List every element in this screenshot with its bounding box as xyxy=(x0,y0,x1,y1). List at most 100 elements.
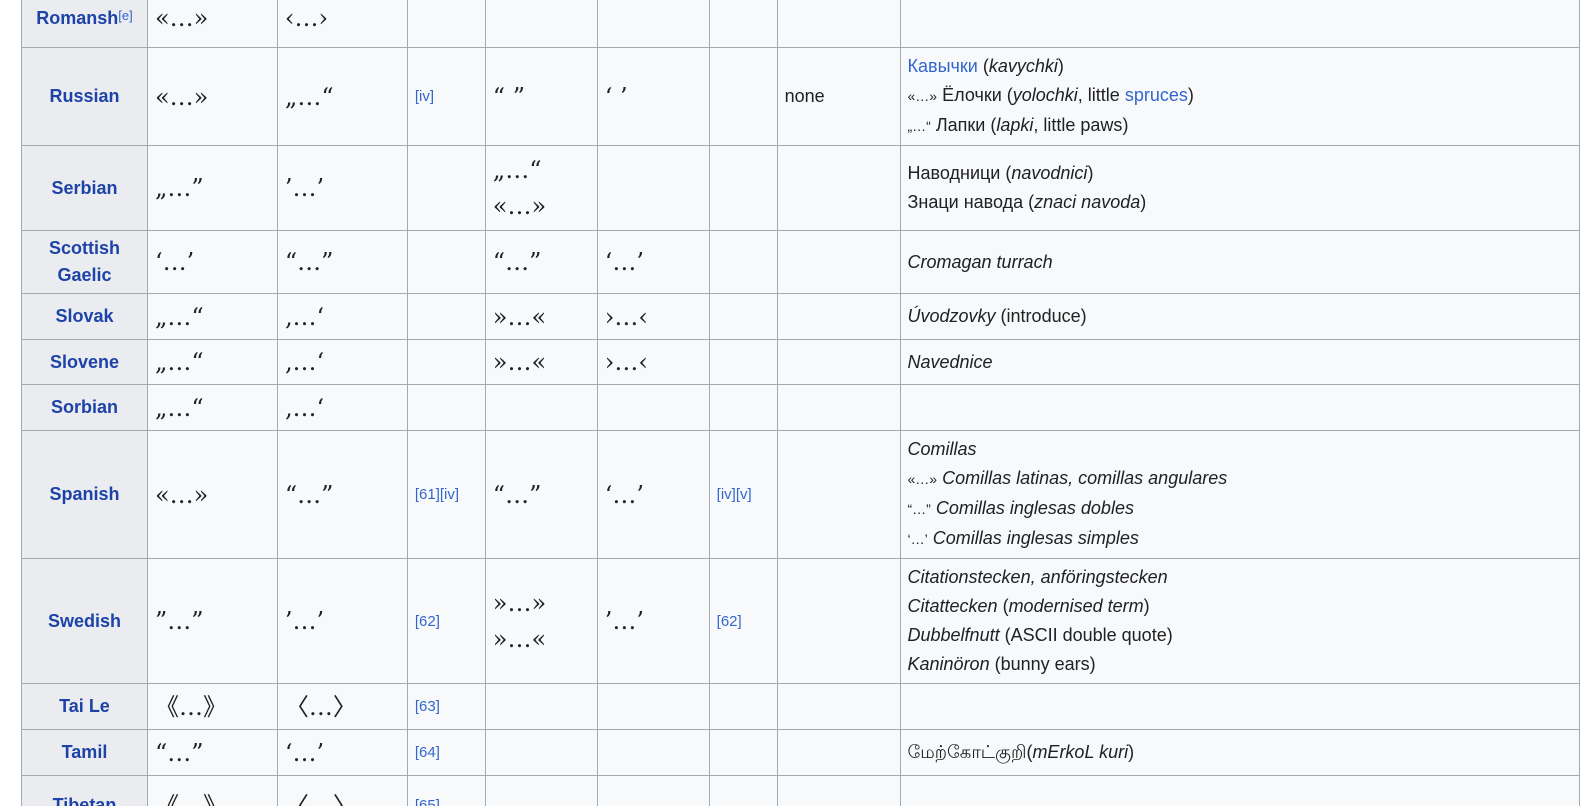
alternative-quote-cell: “…” xyxy=(276,430,408,559)
spaced-primary-cell: “ ” xyxy=(484,47,598,146)
alternative-quote-cell: 〈…〉 xyxy=(276,683,408,730)
name-term[interactable]: Кавычки xyxy=(908,56,978,76)
language-link[interactable]: Russian xyxy=(49,86,119,106)
dash-cell xyxy=(776,293,901,340)
reference-cell-2[interactable]: [62] xyxy=(708,558,778,684)
name-term: Kaninöron xyxy=(907,654,990,674)
dash-cell xyxy=(776,430,901,559)
reference-cell[interactable]: [62] xyxy=(406,558,486,684)
reference-cell[interactable]: [64] xyxy=(406,729,486,776)
language-link[interactable]: Tamil xyxy=(62,742,108,762)
spaced-alternative-cell: ‘…’ xyxy=(596,230,710,294)
name-transliteration: yolochki xyxy=(1012,85,1078,105)
spaced-primary-line: “…” xyxy=(492,480,542,509)
names-cell: Citationstecken, anföringstecken Citattec… xyxy=(899,558,1580,684)
names-cell xyxy=(899,0,1580,48)
spaced-alternative-cell xyxy=(596,145,710,231)
dash-cell xyxy=(776,230,901,294)
reference-cell-2[interactable] xyxy=(708,293,778,340)
names-cell: Úvodzovky (introduce) xyxy=(899,293,1580,340)
alternative-quote-cell: „…“ xyxy=(276,47,408,146)
reference-cell[interactable]: [65] xyxy=(406,775,486,806)
spaced-primary-line-2: »…« xyxy=(492,625,547,653)
reference-cell[interactable]: [iv] xyxy=(406,47,486,146)
footnote-ref[interactable]: [e] xyxy=(118,8,132,23)
names-cell xyxy=(899,683,1580,730)
language-link[interactable]: Serbian xyxy=(51,178,117,198)
names-cell: Кавычки (kavychki) «…» Ёлочки (yolochki, … xyxy=(899,47,1580,146)
reference-cell-2[interactable] xyxy=(708,729,778,776)
reference-cell-2[interactable]: [iv][v] xyxy=(708,430,778,559)
reference-cell-2[interactable] xyxy=(708,339,778,385)
dash-cell xyxy=(776,145,901,231)
language-link[interactable]: Spanish xyxy=(49,484,119,504)
spaced-primary-line: “ ” xyxy=(492,82,525,111)
dash-cell xyxy=(776,558,901,684)
quotation-marks-table: Romansh[e] «…» ‹…› Russian «…» „…“ [iv] “ ” ‘ ’ n… xyxy=(21,0,1580,806)
spaced-primary-line: “…” xyxy=(492,248,542,276)
name-line: Citattecken (modernised term) xyxy=(907,596,1150,616)
language-link[interactable]: Tai Le xyxy=(59,696,110,716)
name-term: Comillas inglesas simples xyxy=(932,528,1139,548)
name-term: Citattecken xyxy=(907,596,998,616)
language-cell: Tibetan xyxy=(21,775,148,806)
name-term: Cromagan turrach xyxy=(907,251,1053,272)
table-row: Tibetan 《…》 〈…〉 [65] xyxy=(21,775,1580,806)
primary-quote-cell: „…“ xyxy=(146,293,278,340)
primary-quote-cell: 《…》 xyxy=(146,775,278,806)
reference-cell[interactable] xyxy=(406,384,486,431)
reference-cell-2[interactable] xyxy=(708,683,778,730)
primary-quote-cell: „…“ xyxy=(146,339,278,385)
name-translation: bunny ears xyxy=(1000,654,1090,674)
reference-cell[interactable]: [63] xyxy=(406,683,486,730)
reference-cell[interactable] xyxy=(406,293,486,340)
primary-quote-cell: «…» xyxy=(146,430,278,559)
reference-cell[interactable] xyxy=(406,145,486,231)
reference-cell-2[interactable] xyxy=(708,384,778,431)
language-link[interactable]: Romansh xyxy=(36,8,118,28)
reference-cell-2[interactable] xyxy=(708,47,778,146)
reference-cell-2[interactable] xyxy=(708,0,778,48)
language-cell: Swedish xyxy=(21,558,148,684)
name-line: «…» Comillas latinas, comillas angulares xyxy=(908,464,1572,494)
language-link[interactable]: Scottish Gaelic xyxy=(49,238,120,285)
dash-cell xyxy=(776,339,901,385)
spaced-primary-line-2: «…» xyxy=(492,192,547,220)
name-line: Úvodzovky (introduce) xyxy=(907,306,1087,326)
language-link[interactable]: Slovak xyxy=(55,306,113,326)
language-link[interactable]: Sorbian xyxy=(51,397,118,417)
reference-cell-2[interactable] xyxy=(708,145,778,231)
name-line: Наводници (navodnici) xyxy=(907,163,1094,183)
language-link[interactable]: Tibetan xyxy=(53,795,117,806)
name-term: Comillas inglesas dobles xyxy=(935,498,1134,518)
reference-cell[interactable] xyxy=(406,230,486,294)
table-row: Romansh[e] «…» ‹…› xyxy=(21,0,1580,48)
name-line: Kaninöron (bunny ears) xyxy=(907,654,1096,674)
dash-cell: none xyxy=(776,47,901,146)
reference-cell-2[interactable] xyxy=(708,230,778,294)
name-transliteration: kavychki xyxy=(988,56,1058,76)
table-row: Tai Le 《…》 〈…〉 [63] xyxy=(21,683,1580,730)
spaced-primary-cell: “…” xyxy=(484,230,598,294)
names-cell: Cromagan turrach xyxy=(899,230,1580,294)
table-row: Swedish”…”’…’ [62]»…» »…«’…’ [62] Citationst… xyxy=(21,558,1580,684)
dash-cell xyxy=(776,0,901,48)
reference-cell-2[interactable] xyxy=(708,775,778,806)
alternative-quote-cell: 〈…〉 xyxy=(276,775,408,806)
spaced-primary-cell xyxy=(484,683,598,730)
language-cell: Scottish Gaelic xyxy=(21,230,148,294)
reference-cell[interactable]: [61][iv] xyxy=(406,430,486,559)
alternative-quote-cell: ‚…‘ xyxy=(276,384,408,431)
spaced-primary-cell: “…” xyxy=(484,430,598,559)
name-term: மேற்கோட்குறி xyxy=(907,742,1027,762)
name-gloss-link[interactable]: spruces xyxy=(1125,85,1188,105)
reference-cell[interactable] xyxy=(406,0,486,48)
names-cell xyxy=(899,775,1580,806)
primary-quote-cell: „…“ xyxy=(146,384,278,431)
language-link[interactable]: Swedish xyxy=(48,611,121,631)
name-line: Знаци навода (znaci navoda) xyxy=(907,192,1147,212)
language-link[interactable]: Slovene xyxy=(50,352,119,372)
spaced-alternative-cell xyxy=(596,384,710,431)
reference-cell[interactable] xyxy=(406,339,486,385)
spaced-alternative-cell: ’…’ xyxy=(596,558,710,684)
